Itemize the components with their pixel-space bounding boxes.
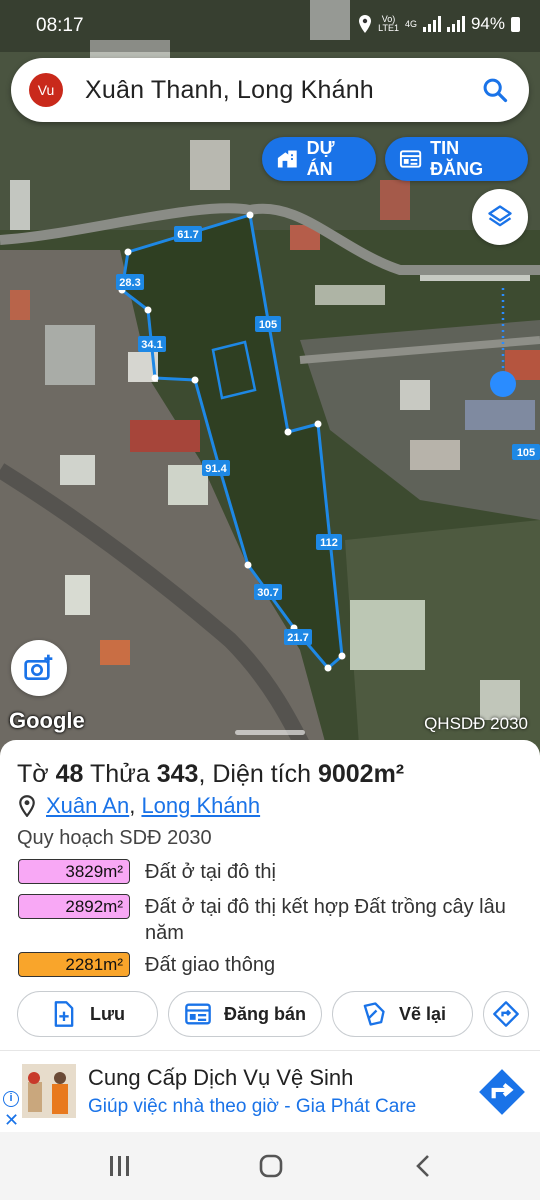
home-icon[interactable] xyxy=(257,1152,285,1180)
add-file-icon xyxy=(54,1001,74,1027)
battery-percent: 94% xyxy=(470,14,505,33)
post-sale-button[interactable]: Đăng bán xyxy=(168,991,322,1037)
network-type: 4G xyxy=(404,18,417,29)
parcel-info-sheet: Tờ 48 Thửa 343, Diện tích 9002m² Xuân An… xyxy=(0,730,540,1050)
listing-icon xyxy=(185,1003,211,1025)
volte-indicator: Vo) LTE1 xyxy=(378,14,399,33)
zone-row: 2281m² Đất giao thông xyxy=(18,952,515,978)
city-link[interactable]: Long Khánh xyxy=(141,793,260,818)
action-buttons: Lưu Đăng bán Vẽ lại xyxy=(17,991,529,1037)
zone-area-badge: 2892m² xyxy=(18,894,130,919)
ad-banner[interactable]: i ✕ Cung Cấp Dịch Vụ Vệ Sinh Giúp việc n… xyxy=(0,1050,540,1132)
search-bar[interactable]: Vu Xuân Thanh, Long Khánh xyxy=(11,58,529,122)
status-time: 08:17 xyxy=(36,15,84,36)
directions-icon[interactable] xyxy=(477,1067,527,1117)
close-icon[interactable]: ✕ xyxy=(4,1110,19,1131)
save-button[interactable]: Lưu xyxy=(17,991,158,1037)
zone-name: Đất ở tại đô thị kết hợp Đất trồng cây l… xyxy=(145,896,506,944)
directions-icon xyxy=(493,1001,519,1027)
zone-row: 3829m² Đất ở tại đô thị xyxy=(18,859,515,885)
ad-subtitle: Giúp việc nhà theo giờ - Gia Phát Care xyxy=(88,1096,417,1117)
edge-label: 61.7 xyxy=(177,229,198,241)
zone-name: Đất giao thông xyxy=(145,954,276,976)
edge-label: 21.7 xyxy=(287,632,308,644)
battery-icon xyxy=(511,16,520,32)
edge-label: 91.4 xyxy=(205,463,227,475)
zone-area-badge: 3829m² xyxy=(18,859,130,884)
du-an-button[interactable]: DỰ ÁN xyxy=(262,137,376,181)
system-nav-bar xyxy=(0,1132,540,1200)
sheet-handle[interactable] xyxy=(235,730,305,735)
zone-name: Đất ở tại đô thị xyxy=(145,861,276,883)
plan-title: Quy hoạch SDĐ 2030 xyxy=(17,827,212,849)
ad-image xyxy=(22,1064,76,1118)
location-pin-icon xyxy=(19,795,35,817)
parcel-location: Xuân An, Long Khánh xyxy=(18,793,260,819)
map-layer-label: QHSDĐ 2030 xyxy=(424,714,528,733)
signal-icon-2 xyxy=(446,16,465,32)
location-icon xyxy=(359,15,372,33)
search-title[interactable]: Xuân Thanh, Long Khánh xyxy=(85,76,374,105)
recent-apps-icon[interactable] xyxy=(108,1152,132,1180)
listing-icon xyxy=(399,150,422,168)
tin-dang-button[interactable]: TIN ĐĂNG xyxy=(385,137,528,181)
add-photo-icon xyxy=(24,654,53,680)
du-an-label: DỰ ÁN xyxy=(306,138,335,179)
building-icon xyxy=(277,150,297,168)
layers-button[interactable] xyxy=(472,189,528,245)
edge-label: 112 xyxy=(320,537,338,549)
ad-title: Cung Cấp Dịch Vụ Vệ Sinh xyxy=(88,1065,354,1090)
edge-label: 105 xyxy=(259,319,277,331)
draw-icon xyxy=(363,1002,385,1026)
edge-label: 30.7 xyxy=(257,587,278,599)
zone-row: 2892m² Đất ở tại đô thị kết hợp Đất trồn… xyxy=(18,894,515,946)
edge-label: 28.3 xyxy=(119,277,140,289)
signal-icon xyxy=(422,16,441,32)
tin-dang-label: TIN ĐĂNG xyxy=(430,138,484,179)
zone-area-badge: 2281m² xyxy=(18,952,130,977)
avatar[interactable]: Vu xyxy=(29,73,63,107)
parcel-title: Tờ 48 Thửa 343, Diện tích 9002m² xyxy=(17,760,405,788)
search-icon[interactable] xyxy=(481,76,509,104)
google-logo: Google xyxy=(9,708,85,733)
ad-info-icon[interactable]: i xyxy=(3,1091,19,1107)
directions-button[interactable] xyxy=(483,991,529,1037)
back-icon[interactable] xyxy=(412,1152,436,1180)
ward-link[interactable]: Xuân An xyxy=(46,793,129,818)
edge-label: 105 xyxy=(517,447,535,459)
location-dot xyxy=(490,371,516,397)
status-bar: 08:17 Vo) LTE1 4G 94% xyxy=(0,0,540,52)
layers-icon xyxy=(488,205,512,227)
redraw-button[interactable]: Vẽ lại xyxy=(332,991,473,1037)
edge-label: 34.1 xyxy=(141,339,162,351)
camera-button[interactable] xyxy=(11,640,67,696)
map-view[interactable]: 61.7 105 28.3 34.1 91.4 112 30.7 21.7 10… xyxy=(0,0,540,760)
